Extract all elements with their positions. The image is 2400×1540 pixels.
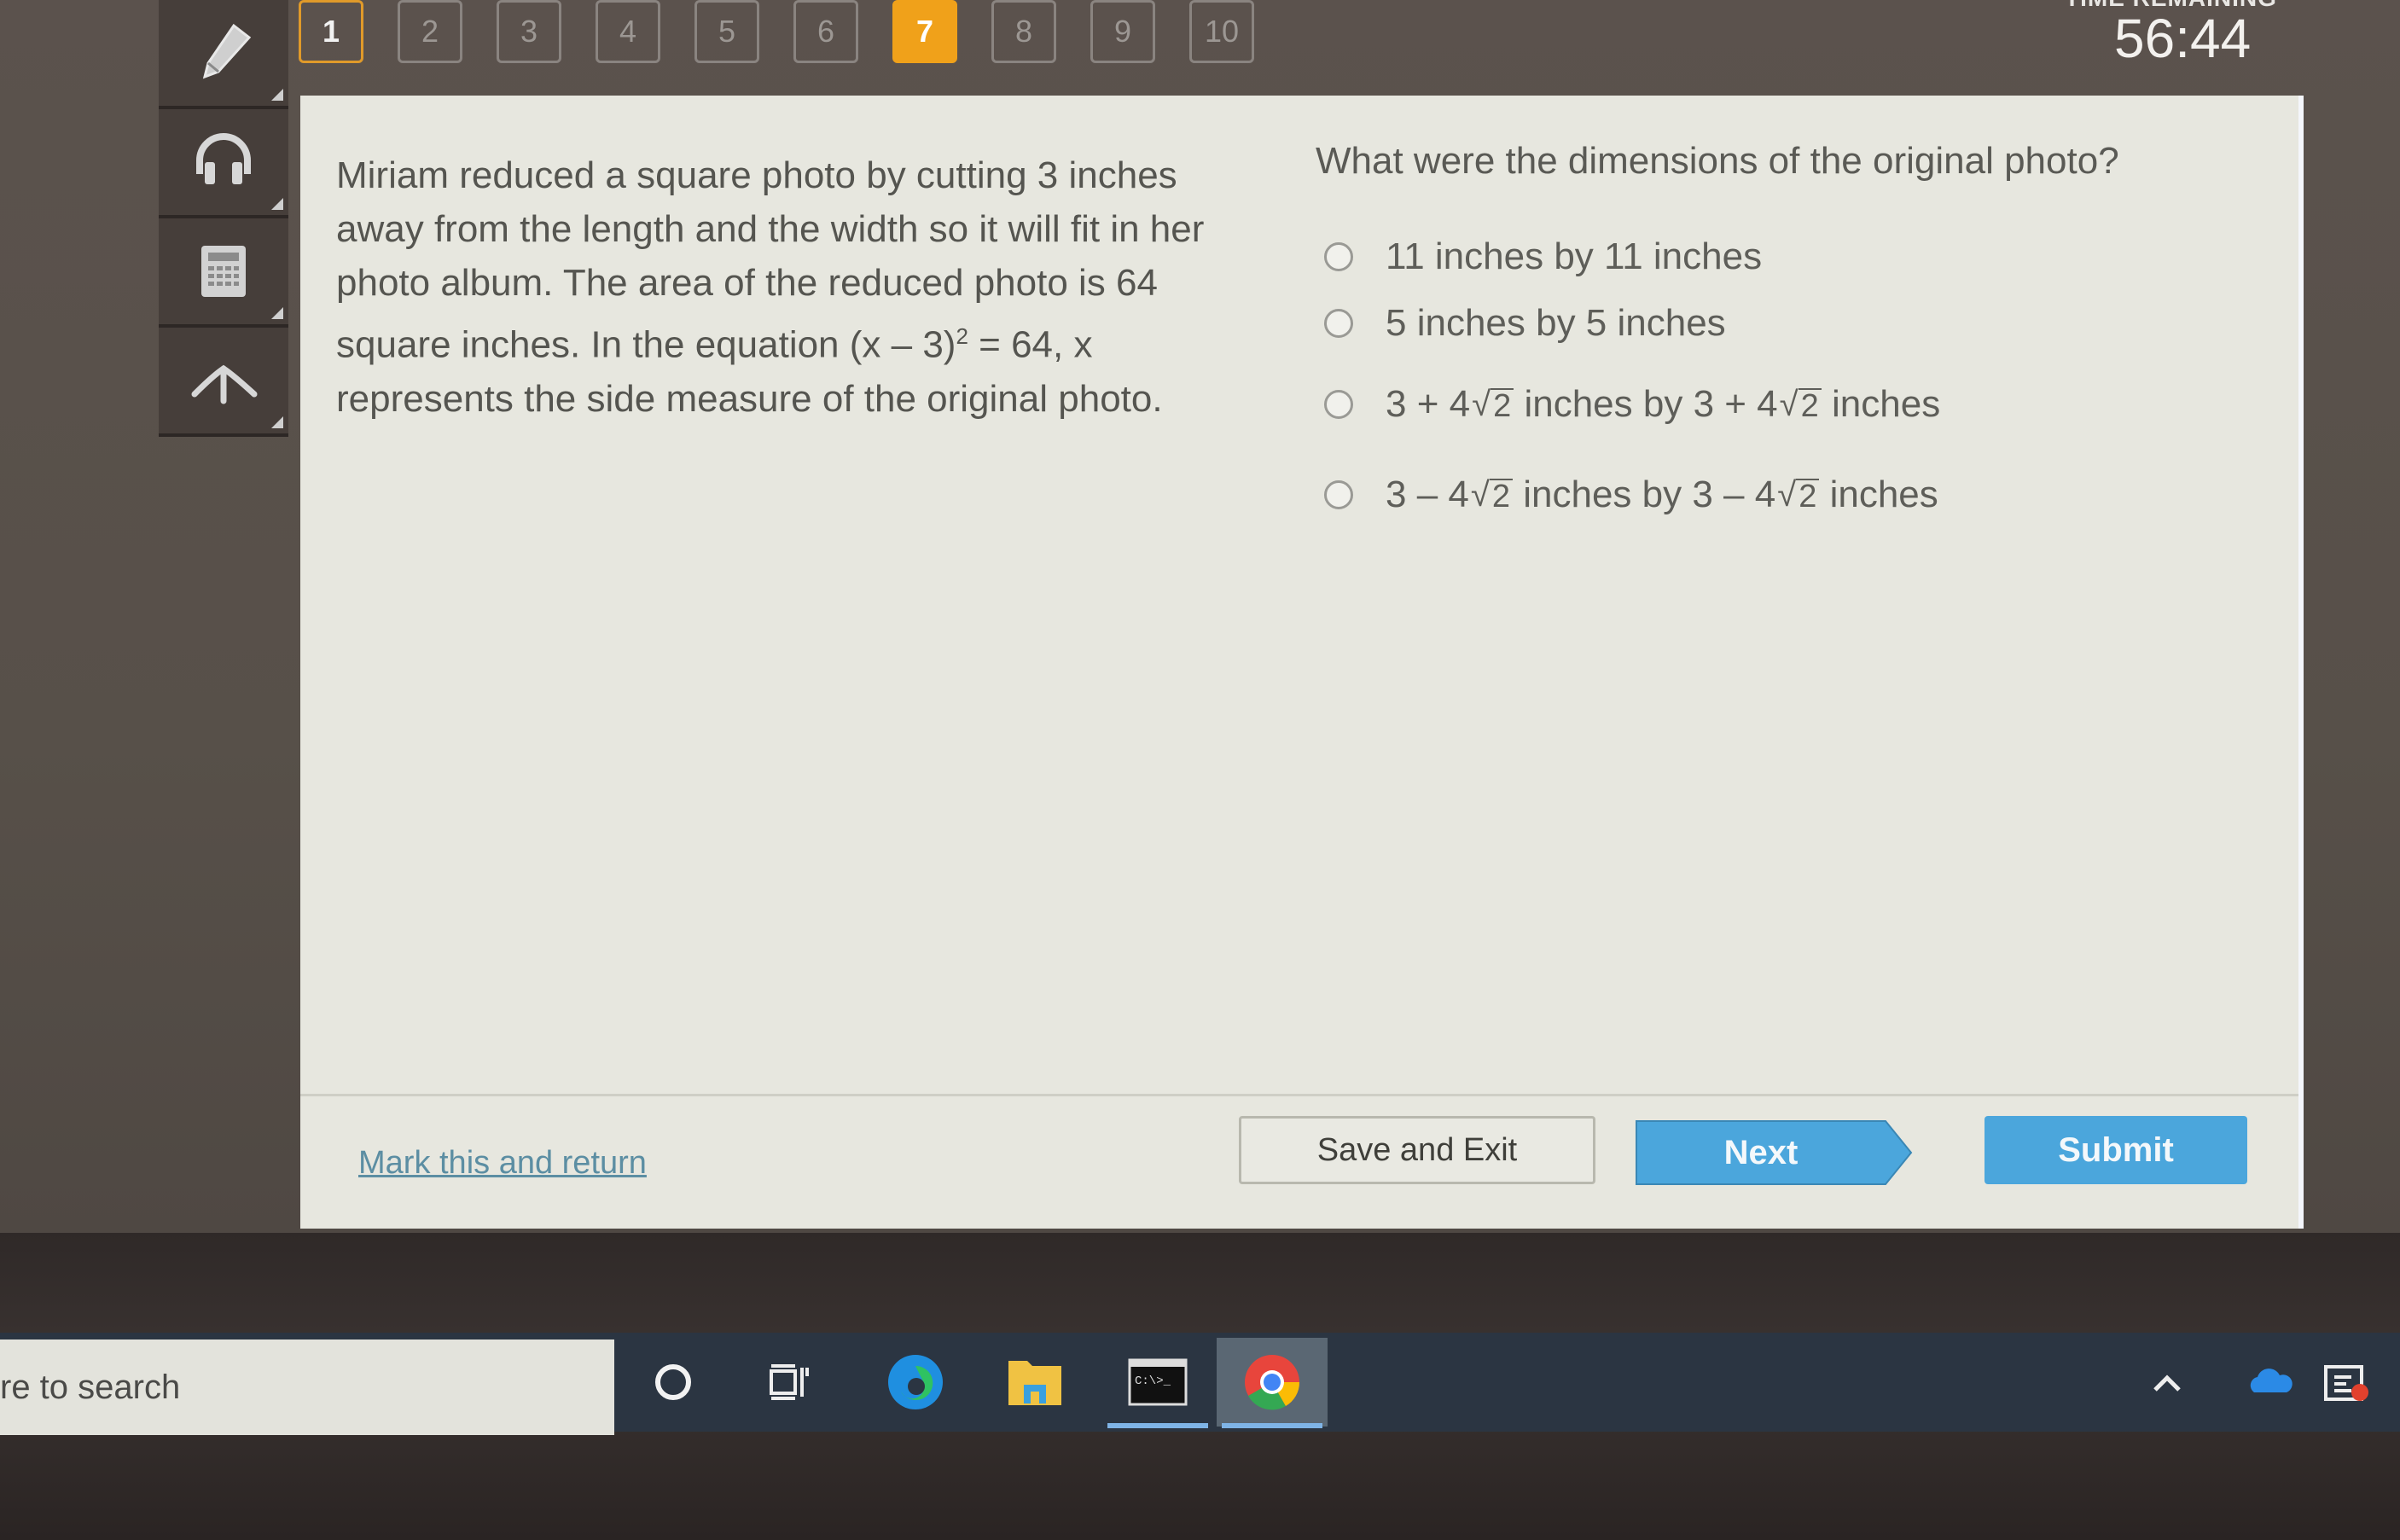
option-label: 3 + 42 inches by 3 + 42 inches (1386, 383, 1940, 426)
onedrive-icon (2250, 1369, 2292, 1392)
option-label: 11 inches by 11 inches (1386, 235, 1763, 277)
answer-option[interactable]: 3 – 42 inches by 3 – 42 inches (1324, 452, 1940, 538)
question-nav-button[interactable]: 8 (991, 0, 1056, 63)
sqrt-symbol: 2 (1471, 479, 1514, 513)
time-remaining: 56:44 (2114, 8, 2252, 69)
submit-button[interactable]: Submit (1985, 1116, 2247, 1184)
headphones-icon (196, 133, 251, 184)
exponent: 2 (956, 323, 968, 349)
cortana-button[interactable] (618, 1338, 729, 1427)
question-passage: Miriam reduced a square photo by cutting… (336, 148, 1223, 426)
cortana-icon (655, 1364, 691, 1400)
action-center-button[interactable] (2312, 1338, 2380, 1427)
onedrive-button[interactable] (2235, 1338, 2304, 1427)
reference-tool[interactable] (159, 328, 288, 437)
windows-taskbar: re to search C:\>_ (0, 1333, 2400, 1435)
footer-divider (300, 1094, 2298, 1096)
question-panel: Miriam reduced a square photo by cutting… (300, 96, 2304, 1229)
file-explorer-button[interactable] (979, 1338, 1090, 1427)
audio-tool[interactable] (159, 109, 288, 218)
file-explorer-icon (1008, 1361, 1061, 1405)
menu-corner-icon (271, 307, 283, 319)
mark-and-return-link[interactable]: Mark this and return (358, 1145, 647, 1182)
question-navigator: 1 2 3 4 5 6 7 8 9 10 (299, 0, 1254, 68)
answer-option[interactable]: 3 + 42 inches by 3 + 42 inches (1324, 362, 1940, 447)
edge-button[interactable] (860, 1338, 971, 1427)
radio-button[interactable] (1324, 242, 1353, 271)
option-label: 3 – 42 inches by 3 – 42 inches (1386, 474, 1938, 516)
save-and-exit-button[interactable]: Save and Exit (1239, 1116, 1595, 1184)
svg-text:C:\>_: C:\>_ (1135, 1374, 1171, 1388)
question-prompt: What were the dimensions of the original… (1316, 140, 2119, 182)
sqrt-symbol: 2 (1777, 479, 1820, 513)
edge-icon (888, 1355, 943, 1409)
task-view-icon (770, 1364, 809, 1400)
option-label: 5 inches by 5 inches (1386, 302, 1726, 344)
question-nav-button[interactable]: 2 (398, 0, 462, 63)
calculator-icon (201, 246, 246, 297)
sqrt-symbol: 2 (1472, 388, 1514, 422)
sqrt-symbol: 2 (1780, 388, 1822, 422)
running-indicator (1107, 1423, 1208, 1428)
radio-button[interactable] (1324, 309, 1353, 338)
show-hidden-icons-button[interactable] (2133, 1338, 2201, 1427)
taskbar-search-box[interactable]: re to search (0, 1340, 614, 1435)
question-nav-button[interactable]: 5 (694, 0, 759, 63)
radio-button[interactable] (1324, 480, 1353, 509)
action-center-icon (2324, 1365, 2368, 1401)
terminal-icon: C:\>_ (1128, 1358, 1188, 1406)
menu-corner-icon (271, 198, 283, 210)
exam-screen: 12345678910 TIME REMAINING 56:44 Miriam … (0, 0, 2400, 1233)
chrome-icon (1245, 1355, 1300, 1410)
pencil-tool[interactable] (159, 0, 288, 109)
radio-button[interactable] (1324, 390, 1353, 419)
chevron-up-icon (2153, 1374, 2181, 1392)
next-button[interactable]: Next (1633, 1119, 1915, 1186)
chrome-button[interactable] (1217, 1338, 1328, 1428)
question-nav-button[interactable]: 3 (497, 0, 561, 63)
answer-option[interactable]: 11 inches by 11 inches (1324, 224, 1940, 290)
tool-column (159, 0, 288, 437)
question-nav-button[interactable]: 9 (1090, 0, 1155, 63)
reference-arrow-icon (191, 364, 258, 404)
calculator-tool[interactable] (159, 218, 288, 328)
terminal-button[interactable]: C:\>_ (1102, 1338, 1213, 1428)
next-label: Next (1723, 1133, 1799, 1171)
answer-option[interactable]: 5 inches by 5 inches (1324, 290, 1940, 357)
question-nav-button[interactable]: 7 (892, 0, 957, 63)
question-nav-button[interactable]: 1 (299, 0, 363, 63)
question-nav-button[interactable]: 10 (1189, 0, 1254, 63)
search-placeholder: re to search (0, 1368, 181, 1406)
menu-corner-icon (271, 416, 283, 428)
question-nav-button[interactable]: 4 (596, 0, 660, 63)
question-nav-button[interactable]: 6 (793, 0, 858, 63)
answer-options: 11 inches by 11 inches 5 inches by 5 inc… (1324, 224, 1940, 538)
task-view-button[interactable] (734, 1338, 845, 1427)
running-indicator (1222, 1423, 1322, 1428)
pencil-icon (202, 23, 252, 79)
menu-corner-icon (271, 89, 283, 101)
